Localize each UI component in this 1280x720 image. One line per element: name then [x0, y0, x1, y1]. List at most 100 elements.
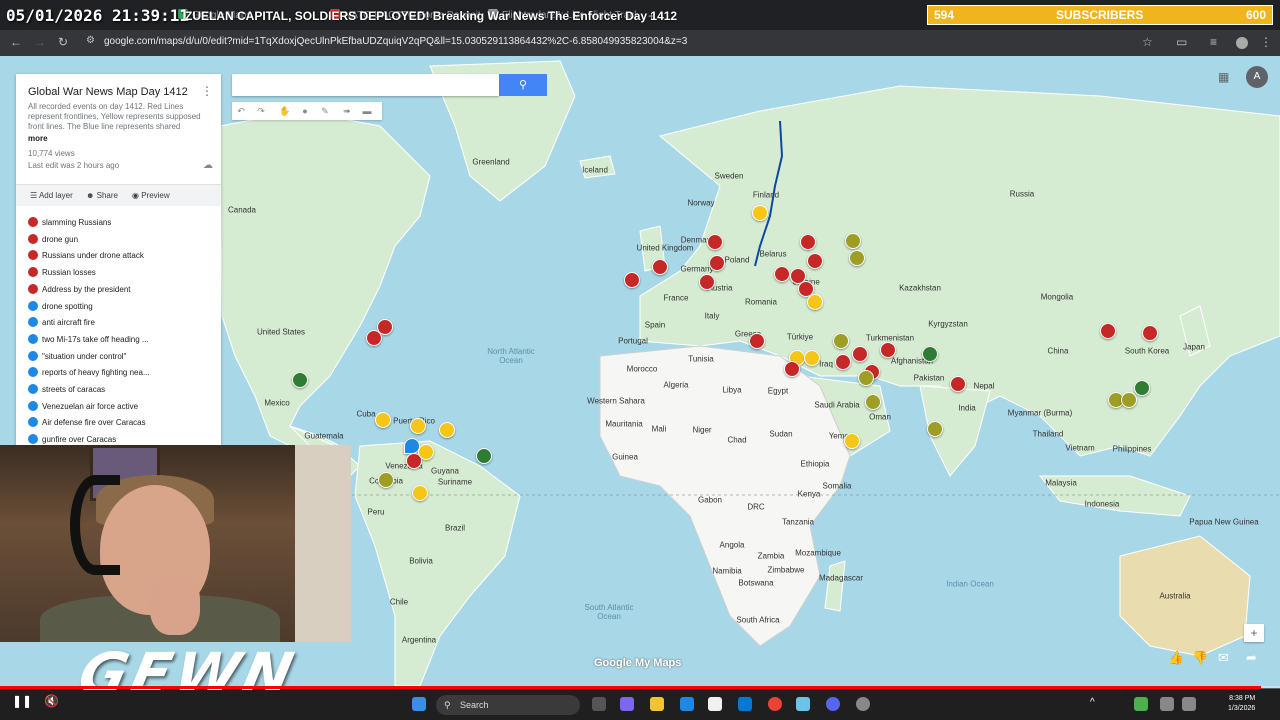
- event-marker[interactable]: [880, 342, 896, 358]
- layer-list-item[interactable]: "situation under control": [28, 350, 126, 361]
- layer-list-item[interactable]: drone gun: [28, 233, 78, 244]
- event-marker[interactable]: [709, 255, 725, 271]
- layer-list-item[interactable]: drone spotting: [28, 300, 93, 311]
- event-marker[interactable]: [439, 422, 455, 438]
- profile-icon[interactable]: [1236, 37, 1248, 49]
- layer-list-item[interactable]: streets of caracas: [28, 384, 105, 394]
- preview-button[interactable]: ◉ Preview: [132, 191, 170, 200]
- event-marker[interactable]: [852, 346, 868, 362]
- event-marker[interactable]: [800, 234, 816, 250]
- url-field[interactable]: google.com/maps/d/u/0/edit?mid=1TqXdoxjQ…: [104, 36, 687, 47]
- search-button[interactable]: ⚲: [499, 74, 547, 96]
- event-marker[interactable]: [366, 330, 382, 346]
- event-marker[interactable]: [292, 372, 308, 388]
- event-marker[interactable]: [950, 376, 966, 392]
- layer-list-item[interactable]: Air defense fire over Caracas: [28, 417, 146, 428]
- undo-icon[interactable]: ↶: [234, 104, 248, 118]
- event-marker[interactable]: [858, 370, 874, 386]
- mute-icon[interactable]: 🔇: [44, 694, 59, 708]
- pause-icon[interactable]: ❚❚: [12, 694, 32, 708]
- zoom-in-button[interactable]: +: [1244, 624, 1264, 642]
- directions-icon[interactable]: ➠: [340, 104, 354, 118]
- event-marker[interactable]: [412, 485, 428, 501]
- taskbar-search[interactable]: ⚲ Search: [436, 695, 580, 715]
- map-search-input[interactable]: [232, 74, 499, 96]
- share-arrow-icon[interactable]: ➦: [1246, 650, 1257, 666]
- dislike-icon[interactable]: 👎: [1192, 650, 1208, 666]
- video-progress-bar[interactable]: [0, 686, 1280, 689]
- event-marker[interactable]: [418, 444, 434, 460]
- event-marker[interactable]: [410, 418, 426, 434]
- layer-list-item[interactable]: slamming Russians: [28, 217, 111, 227]
- task-view-icon[interactable]: [592, 697, 606, 711]
- share-button[interactable]: ☻ Share: [86, 191, 118, 200]
- layer-list-item[interactable]: anti aircraft fire: [28, 317, 95, 328]
- event-marker[interactable]: [807, 253, 823, 269]
- like-icon[interactable]: 👍: [1168, 650, 1184, 666]
- obs-icon[interactable]: [856, 697, 870, 711]
- hand-icon[interactable]: ✋: [278, 104, 292, 118]
- event-marker[interactable]: [624, 272, 640, 288]
- measure-icon[interactable]: ▬: [360, 104, 374, 118]
- network-icon[interactable]: [1160, 697, 1174, 711]
- copilot-icon[interactable]: [620, 697, 634, 711]
- event-marker[interactable]: [1134, 380, 1150, 396]
- event-marker[interactable]: [774, 266, 790, 282]
- event-marker[interactable]: [699, 274, 715, 290]
- reload-icon[interactable]: ↻: [58, 35, 68, 49]
- mail-icon[interactable]: [738, 697, 752, 711]
- forward-icon[interactable]: →: [34, 35, 46, 49]
- more-link[interactable]: more: [28, 134, 48, 143]
- event-marker[interactable]: [752, 205, 768, 221]
- layer-list-item[interactable]: Venezuelan air force active: [28, 400, 138, 411]
- file-explorer-icon[interactable]: [650, 697, 664, 711]
- comment-icon[interactable]: ✉: [1218, 650, 1229, 666]
- google-apps-icon[interactable]: ▦: [1218, 70, 1229, 84]
- layer-list-item[interactable]: gunfire over Caracas: [28, 434, 116, 444]
- store-icon[interactable]: [708, 697, 722, 711]
- event-marker[interactable]: [652, 259, 668, 275]
- edge-icon[interactable]: [680, 697, 694, 711]
- layer-list-item[interactable]: Address by the president: [28, 283, 131, 294]
- event-marker[interactable]: [845, 233, 861, 249]
- event-marker[interactable]: [807, 294, 823, 310]
- extensions-icon[interactable]: ▭: [1176, 35, 1187, 49]
- tray-app-icon[interactable]: [1134, 697, 1148, 711]
- event-marker[interactable]: [835, 354, 851, 370]
- browser-menu-icon[interactable]: ⋮: [1260, 35, 1272, 49]
- more-options-icon[interactable]: ⋮: [201, 84, 213, 98]
- event-marker[interactable]: [922, 346, 938, 362]
- event-marker[interactable]: [804, 350, 820, 366]
- menu-lines-icon[interactable]: ≡: [1210, 35, 1217, 49]
- map-title[interactable]: Global War News Map Day 1412: [28, 86, 188, 98]
- add-layer-button[interactable]: ☰ Add layer: [30, 191, 73, 200]
- event-marker[interactable]: [476, 448, 492, 464]
- redo-icon[interactable]: ↷: [254, 104, 268, 118]
- event-marker[interactable]: [844, 433, 860, 449]
- layer-list-item[interactable]: Russians under drone attack: [28, 250, 144, 261]
- tray-chevron-icon[interactable]: ^: [1090, 697, 1104, 711]
- back-icon[interactable]: ←: [10, 35, 22, 49]
- marker-icon[interactable]: ●: [298, 104, 312, 118]
- event-marker[interactable]: [1121, 392, 1137, 408]
- account-avatar[interactable]: A: [1246, 66, 1268, 88]
- draw-line-icon[interactable]: ✎: [318, 104, 332, 118]
- event-marker[interactable]: [784, 361, 800, 377]
- layer-list-item[interactable]: two Mi-17s take off heading ...: [28, 333, 149, 344]
- app-icon[interactable]: [796, 697, 810, 711]
- site-info-icon[interactable]: ⚙: [86, 35, 95, 46]
- event-marker[interactable]: [927, 421, 943, 437]
- chrome-icon[interactable]: [768, 697, 782, 711]
- windows-start-icon[interactable]: [412, 697, 426, 711]
- event-marker[interactable]: [749, 333, 765, 349]
- discord-icon[interactable]: [826, 697, 840, 711]
- event-marker[interactable]: [833, 333, 849, 349]
- event-marker[interactable]: [1100, 323, 1116, 339]
- event-marker[interactable]: [865, 394, 881, 410]
- layer-list-item[interactable]: reports of heavy fighting nea...: [28, 367, 150, 378]
- layer-list-item[interactable]: Russian losses: [28, 267, 96, 278]
- event-marker[interactable]: [707, 234, 723, 250]
- event-marker[interactable]: [375, 412, 391, 428]
- event-marker[interactable]: [849, 250, 865, 266]
- volume-icon[interactable]: [1182, 697, 1196, 711]
